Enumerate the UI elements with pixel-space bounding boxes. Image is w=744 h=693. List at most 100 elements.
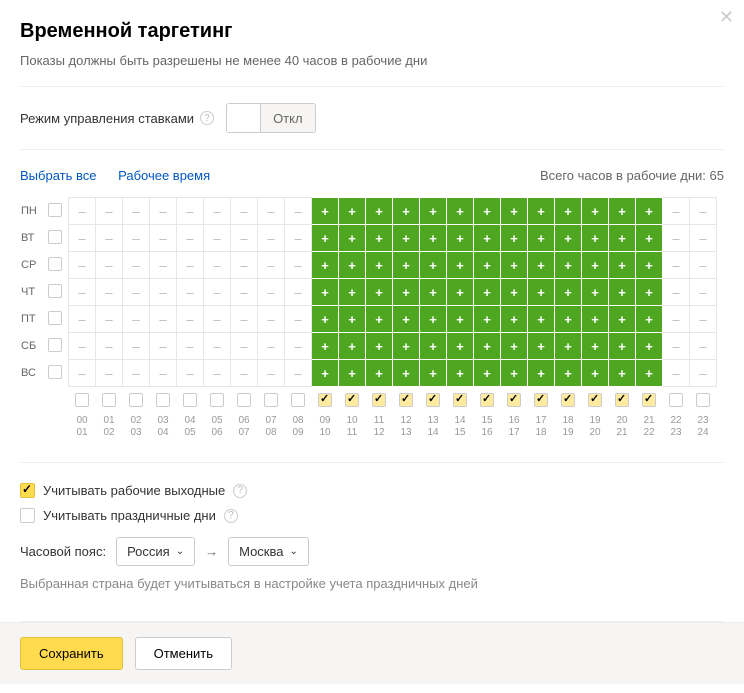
time-cell[interactable]: + [474, 225, 501, 252]
help-icon[interactable]: ? [233, 484, 247, 498]
time-cell[interactable]: + [393, 360, 420, 387]
time-cell[interactable]: – [285, 198, 312, 225]
time-cell[interactable]: + [393, 252, 420, 279]
time-cell[interactable]: – [258, 333, 285, 360]
hour-checkbox[interactable] [534, 393, 548, 407]
time-cell[interactable]: + [609, 198, 636, 225]
time-cell[interactable]: – [204, 279, 231, 306]
time-cell[interactable]: – [231, 360, 258, 387]
time-cell[interactable]: + [393, 333, 420, 360]
time-cell[interactable]: + [312, 360, 339, 387]
time-cell[interactable]: – [123, 306, 150, 333]
cancel-button[interactable]: Отменить [135, 637, 232, 670]
time-cell[interactable]: – [123, 279, 150, 306]
time-cell[interactable]: – [69, 279, 96, 306]
working-hours-link[interactable]: Рабочее время [118, 168, 210, 183]
time-cell[interactable]: + [501, 198, 528, 225]
time-cell[interactable]: + [447, 279, 474, 306]
time-cell[interactable]: + [501, 252, 528, 279]
time-cell[interactable]: + [636, 360, 663, 387]
time-cell[interactable]: – [204, 252, 231, 279]
time-cell[interactable]: + [339, 333, 366, 360]
time-cell[interactable]: – [231, 333, 258, 360]
time-cell[interactable]: + [636, 279, 663, 306]
hour-checkbox[interactable] [264, 393, 278, 407]
time-cell[interactable]: – [663, 198, 690, 225]
time-cell[interactable]: – [96, 306, 123, 333]
time-cell[interactable]: + [474, 198, 501, 225]
time-cell[interactable]: – [150, 333, 177, 360]
time-cell[interactable]: + [366, 360, 393, 387]
time-cell[interactable]: – [177, 279, 204, 306]
day-checkbox[interactable] [48, 284, 62, 298]
time-cell[interactable]: – [690, 279, 717, 306]
time-cell[interactable]: + [312, 279, 339, 306]
time-cell[interactable]: + [447, 360, 474, 387]
time-cell[interactable]: – [285, 279, 312, 306]
time-cell[interactable]: + [339, 306, 366, 333]
time-cell[interactable]: – [258, 225, 285, 252]
time-cell[interactable]: + [420, 360, 447, 387]
time-cell[interactable]: – [69, 360, 96, 387]
time-cell[interactable]: – [96, 252, 123, 279]
time-cell[interactable]: – [663, 333, 690, 360]
time-cell[interactable]: + [582, 333, 609, 360]
time-cell[interactable]: + [393, 225, 420, 252]
time-cell[interactable]: – [285, 360, 312, 387]
time-cell[interactable]: – [663, 360, 690, 387]
help-icon[interactable]: ? [200, 111, 214, 125]
hour-checkbox[interactable] [75, 393, 89, 407]
time-cell[interactable]: + [366, 225, 393, 252]
time-cell[interactable]: – [96, 225, 123, 252]
time-cell[interactable]: + [555, 252, 582, 279]
hour-checkbox[interactable] [426, 393, 440, 407]
hour-checkbox[interactable] [696, 393, 710, 407]
time-cell[interactable]: – [204, 306, 231, 333]
time-cell[interactable]: + [474, 279, 501, 306]
time-cell[interactable]: – [123, 360, 150, 387]
time-cell[interactable]: – [123, 333, 150, 360]
holidays-checkbox[interactable] [20, 508, 35, 523]
time-cell[interactable]: + [582, 279, 609, 306]
time-cell[interactable]: + [312, 225, 339, 252]
time-cell[interactable]: + [312, 252, 339, 279]
time-cell[interactable]: – [690, 306, 717, 333]
time-cell[interactable]: + [501, 279, 528, 306]
time-cell[interactable]: – [123, 225, 150, 252]
time-cell[interactable]: – [177, 306, 204, 333]
hour-checkbox[interactable] [669, 393, 683, 407]
time-cell[interactable]: + [528, 360, 555, 387]
time-cell[interactable]: + [528, 252, 555, 279]
time-cell[interactable]: – [204, 225, 231, 252]
close-icon[interactable]: ✕ [719, 8, 734, 26]
time-cell[interactable]: + [474, 333, 501, 360]
time-cell[interactable]: + [447, 333, 474, 360]
time-cell[interactable]: – [177, 360, 204, 387]
time-cell[interactable]: + [528, 333, 555, 360]
time-cell[interactable]: + [636, 306, 663, 333]
time-cell[interactable]: + [555, 279, 582, 306]
save-button[interactable]: Сохранить [20, 637, 123, 670]
time-cell[interactable]: + [609, 306, 636, 333]
hour-checkbox[interactable] [183, 393, 197, 407]
time-cell[interactable]: + [501, 360, 528, 387]
time-cell[interactable]: – [177, 333, 204, 360]
time-cell[interactable]: – [150, 252, 177, 279]
time-cell[interactable]: – [150, 225, 177, 252]
time-cell[interactable]: + [393, 279, 420, 306]
hour-checkbox[interactable] [507, 393, 521, 407]
country-select[interactable]: Россия ⌄ [116, 537, 195, 566]
time-cell[interactable]: – [96, 360, 123, 387]
day-checkbox[interactable] [48, 257, 62, 271]
hour-checkbox[interactable] [129, 393, 143, 407]
time-cell[interactable]: + [312, 198, 339, 225]
time-cell[interactable]: + [366, 279, 393, 306]
time-cell[interactable]: – [258, 279, 285, 306]
time-cell[interactable]: – [231, 279, 258, 306]
time-cell[interactable]: – [231, 252, 258, 279]
hour-checkbox[interactable] [561, 393, 575, 407]
time-cell[interactable]: + [555, 306, 582, 333]
time-cell[interactable]: + [528, 306, 555, 333]
time-cell[interactable]: – [204, 360, 231, 387]
time-cell[interactable]: + [420, 252, 447, 279]
